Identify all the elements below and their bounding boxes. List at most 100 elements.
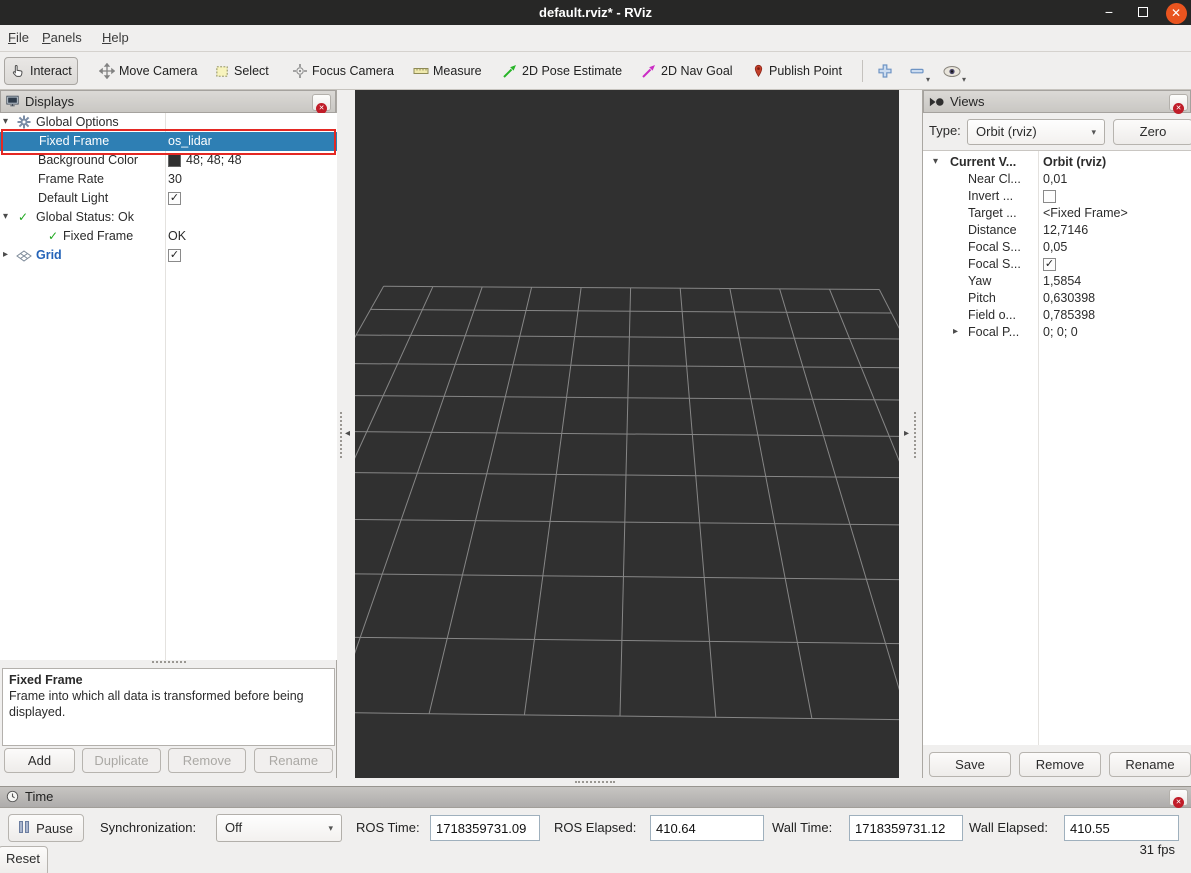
expander-closed-icon[interactable]: ▸ [3,249,8,260]
pause-button[interactable]: Pause [8,814,84,842]
tree-row-distance[interactable]: Distance 12,7146 [923,222,1191,239]
add-button[interactable]: Add [4,748,75,773]
menu-file[interactable]: File [2,25,35,52]
tree-row-grid[interactable]: ▸ Grid ✓ [0,246,337,265]
close-views-button[interactable]: ✕ [1169,94,1188,111]
pose-estimate-tool-button[interactable]: 2D Pose Estimate [497,57,627,85]
tree-row-pitch[interactable]: Pitch 0,630398 [923,290,1191,307]
remove-view-button[interactable]: Remove [1019,752,1101,777]
chevron-down-icon: ▾ [962,75,966,84]
tree-row-target-frame[interactable]: Target ... <Fixed Frame> [923,205,1191,222]
time-splitter[interactable] [0,778,1191,786]
left-splitter-handle[interactable] [340,412,342,458]
maximize-button[interactable] [1130,0,1156,25]
tree-row-current-view[interactable]: ▾ Current V... Orbit (rviz) [923,154,1191,171]
tree-row-field-of-view[interactable]: Field o... 0,785398 [923,307,1191,324]
displays-panel-title: Displays [25,94,74,109]
property-name: Frame Rate [38,172,104,186]
tree-row-focal-shape-size[interactable]: Focal S... 0,05 [923,239,1191,256]
close-icon: ✕ [1173,797,1184,808]
property-name: Global Options [36,115,119,129]
tree-row-invert-z[interactable]: Invert ... [923,188,1191,205]
wall-time-input[interactable] [849,815,963,841]
nav-goal-tool-button[interactable]: 2D Nav Goal [636,57,738,85]
checkbox-checked[interactable]: ✓ [1043,258,1056,271]
expander-open-icon[interactable]: ▾ [3,116,8,127]
duplicate-button[interactable]: Duplicate [82,748,161,773]
tree-row-default-light[interactable]: Default Light ✓ [0,189,337,208]
views-panel: Views ✕ Type: Orbit (rviz) ▾ Zero ▾ Curr… [922,90,1191,778]
reset-button[interactable]: Reset [0,846,48,873]
close-displays-button[interactable]: ✕ [312,94,331,111]
tree-row-global-options[interactable]: ▾ Global Options [0,113,337,132]
3d-viewport[interactable] [355,90,899,778]
gear-icon [17,115,31,129]
tree-row-near-clip[interactable]: Near Cl... 0,01 [923,171,1191,188]
time-panel-header[interactable]: Time ✕ [0,786,1191,808]
view-type-value: Orbit (rviz) [976,124,1037,139]
close-icon: ✕ [1166,3,1187,24]
remove-button[interactable]: Remove [168,748,246,773]
toolbar: Interact Move Camera Select Focus Camera… [0,52,1191,90]
chevron-down-icon: ▾ [926,75,930,84]
tree-row-frame-rate[interactable]: Frame Rate 30 [0,170,337,189]
views-panel-header[interactable]: Views ✕ [923,90,1191,113]
tree-row-focal-point[interactable]: ▸ Focal P... 0; 0; 0 [923,324,1191,341]
color-swatch[interactable] [168,154,181,167]
ros-time-input[interactable] [430,815,540,841]
remove-tool-button[interactable]: ▾ [904,57,930,85]
move-camera-tool-button[interactable]: Move Camera [94,57,203,85]
minimize-button[interactable]: − [1096,0,1122,25]
tree-row-focal-shape-fixed[interactable]: Focal S... ✓ [923,256,1191,273]
ruler-icon [413,63,429,79]
property-value[interactable]: os_lidar [168,134,212,148]
property-value[interactable]: 30 [168,172,182,186]
tree-row-global-status[interactable]: ▾ ✓ Global Status: Ok [0,208,337,227]
splitter-dots [575,781,615,783]
3d-grid[interactable] [355,90,899,778]
close-time-button[interactable]: ✕ [1169,789,1188,806]
checkbox-unchecked[interactable] [1043,190,1056,203]
tree-row-background-color[interactable]: Background Color 48; 48; 48 [0,151,337,170]
titlebar: default.rviz* - RViz − ✕ [0,0,1191,25]
zero-button[interactable]: Zero [1113,119,1191,145]
collapse-left-icon[interactable]: ◂ [345,428,350,439]
checkbox-checked[interactable]: ✓ [168,249,181,262]
rename-view-button[interactable]: Rename [1109,752,1191,777]
sync-select[interactable]: Off ▾ [216,814,342,842]
focus-camera-tool-button[interactable]: Focus Camera [287,57,399,85]
menu-panels[interactable]: Panels [36,25,88,52]
select-tool-button[interactable]: Select [210,57,274,85]
publish-point-tool-button[interactable]: Publish Point [747,57,847,85]
wall-elapsed-input[interactable] [1064,815,1179,841]
tree-row-yaw[interactable]: Yaw 1,5854 [923,273,1191,290]
rename-button[interactable]: Rename [254,748,333,773]
views-panel-title: Views [950,94,984,109]
menu-help[interactable]: Help [96,25,135,52]
checkbox-checked[interactable]: ✓ [168,192,181,205]
help-splitter-handle[interactable] [152,661,186,663]
expander-closed-icon[interactable]: ▸ [953,326,958,337]
measure-tool-button[interactable]: Measure [408,57,487,85]
displays-panel-header[interactable]: Displays ✕ [0,90,336,113]
right-splitter-handle[interactable] [914,412,916,458]
tree-row-fixed-frame[interactable]: Fixed Frame os_lidar [0,132,337,151]
monitor-icon [5,94,20,108]
save-view-button[interactable]: Save [929,752,1011,777]
close-window-button[interactable]: ✕ [1163,0,1189,25]
views-tree: ▾ Current V... Orbit (rviz) Near Cl... 0… [923,150,1191,745]
property-value: OK [168,229,186,243]
expander-open-icon[interactable]: ▾ [933,156,938,167]
expander-open-icon[interactable]: ▾ [3,211,8,222]
property-value[interactable]: 48; 48; 48 [186,153,242,167]
property-name: Global Status: Ok [36,210,134,224]
ros-elapsed-input[interactable] [650,815,764,841]
maximize-icon [1138,7,1148,17]
sync-label: Synchronization: [100,814,196,842]
interact-tool-button[interactable]: Interact [4,57,78,85]
tree-row-fixed-frame-status[interactable]: ✓ Fixed Frame OK [0,227,337,246]
tool-visibility-button[interactable]: ▾ [938,57,966,85]
view-type-select[interactable]: Orbit (rviz) ▾ [967,119,1105,145]
add-tool-button[interactable] [872,57,898,85]
collapse-right-icon[interactable]: ▸ [904,428,909,439]
